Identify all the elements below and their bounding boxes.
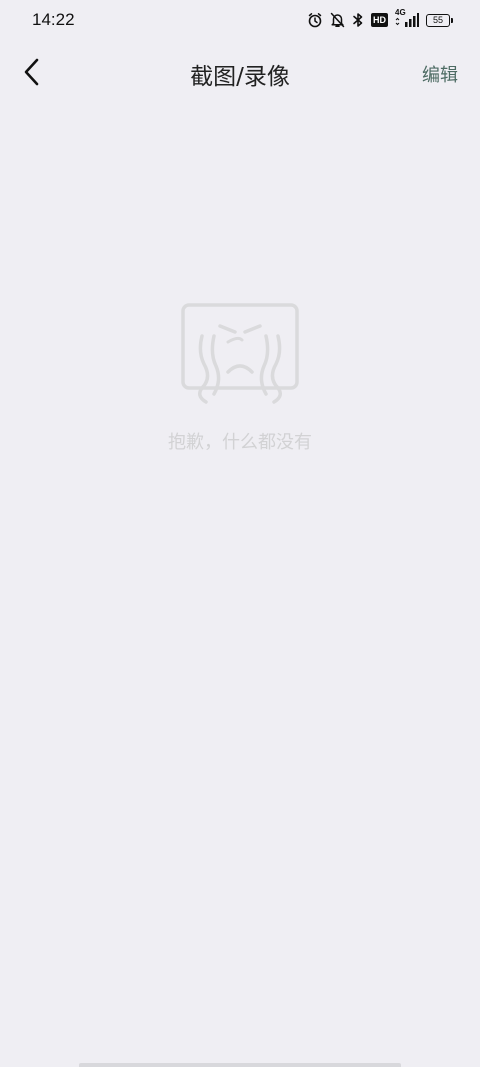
empty-state: 抱歉，什么都没有	[0, 300, 480, 454]
nav-bar: 截图/录像 编辑	[0, 42, 480, 104]
hd-badge: HD	[371, 13, 388, 27]
battery-level: 55	[432, 14, 443, 25]
status-icons: HD 4G 55	[307, 8, 453, 29]
crying-face-icon	[181, 303, 299, 404]
battery-indicator: 55	[426, 13, 453, 27]
network-type: 4G	[395, 8, 406, 17]
battery-icon: 55	[426, 11, 453, 29]
signal-icon: 4G	[395, 8, 419, 29]
home-indicator[interactable]	[79, 1063, 401, 1067]
status-time: 14:22	[32, 10, 75, 29]
page-title: 截图/录像	[190, 64, 290, 90]
status-bar: 14:22 HD 4G 55	[0, 0, 480, 42]
hd-icon: HD	[371, 11, 388, 29]
edit-button[interactable]: 编辑	[422, 61, 458, 87]
empty-message: 抱歉，什么都没有	[168, 432, 312, 453]
alarm-icon	[307, 11, 323, 29]
bluetooth-icon	[352, 11, 364, 29]
mute-bell-icon	[330, 11, 345, 29]
